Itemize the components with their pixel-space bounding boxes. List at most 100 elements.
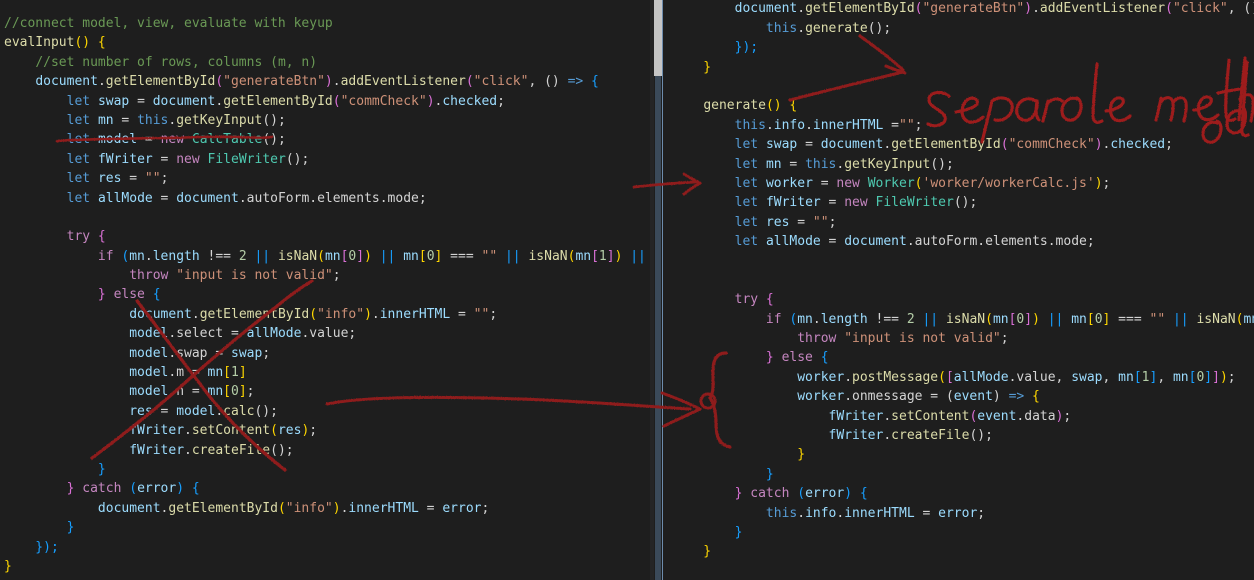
- code-token: }: [4, 481, 83, 497]
- code-token: () {: [765, 98, 798, 114]
- code-token: addEventListener: [340, 74, 466, 90]
- code-token: checked: [442, 93, 498, 109]
- code-token: "input is not valid": [176, 268, 333, 284]
- code-token: allMode: [97, 190, 153, 206]
- code-token: model: [129, 365, 169, 381]
- code-token: =: [121, 171, 145, 187]
- code-token: innerHTML: [379, 306, 451, 322]
- code-token: let: [734, 175, 759, 191]
- code-token: calc: [223, 403, 255, 419]
- code-token: createFile: [191, 442, 271, 458]
- code-line: model.n = mn[0];: [4, 382, 650, 401]
- code-token: swap: [1071, 369, 1103, 385]
- code-token: ||: [1047, 311, 1064, 327]
- code-line: let mn = this.getKeyInput();: [672, 155, 1254, 174]
- code-token: res: [129, 403, 153, 419]
- code-token: mn: [992, 311, 1009, 327]
- code-token: "input is not valid": [844, 331, 1001, 347]
- code-token: {: [583, 74, 599, 90]
- code-token: FileWriter: [875, 195, 954, 211]
- code-token: }: [672, 486, 751, 502]
- code-token: });: [4, 539, 59, 555]
- code-token: isNaN: [945, 311, 986, 327]
- code-token: throw: [129, 268, 169, 284]
- code-token: =: [137, 132, 161, 148]
- code-token: //connect model, view, evaluate with key…: [4, 16, 333, 31]
- code-token: (: [781, 311, 798, 327]
- code-token: .onmessage = (: [844, 389, 954, 405]
- code-token: mn: [1243, 311, 1254, 327]
- code-token: ();: [969, 427, 993, 443]
- code-token: Worker: [867, 175, 915, 191]
- code-line: document.getElementById("info").innerHTM…: [4, 499, 650, 518]
- code-token: =: [812, 175, 837, 191]
- code-token: let: [66, 93, 91, 109]
- code-line: res = model.calc();: [4, 402, 650, 421]
- code-token: this: [765, 20, 798, 36]
- code-token: let: [734, 137, 759, 153]
- code-token: ]: [606, 248, 615, 264]
- code-line: }: [4, 557, 650, 576]
- code-token: "info": [285, 500, 333, 516]
- code-line: evalInput() {: [4, 33, 650, 52]
- vertical-scrollbar-thumb[interactable]: [654, 0, 662, 76]
- code-token: mn: [97, 112, 114, 128]
- code-token: info: [773, 117, 806, 133]
- code-token: .: [215, 403, 224, 419]
- code-line: document.getElementById("generateBtn").a…: [4, 72, 650, 91]
- code-token: ();: [254, 403, 278, 419]
- code-token: generate: [703, 98, 766, 114]
- code-line: worker.onmessage = (event) => {: [672, 387, 1254, 406]
- code-token: error: [442, 500, 482, 516]
- code-token: {: [758, 292, 774, 308]
- code-token: "click": [1172, 1, 1228, 17]
- code-token: mn: [207, 384, 224, 400]
- code-token: isNaN: [1196, 311, 1236, 327]
- code-token: [: [223, 365, 231, 381]
- code-token: }: [672, 59, 712, 75]
- code-token: innerHTML: [812, 117, 884, 133]
- code-token: .: [191, 306, 200, 322]
- code-token: ): [426, 93, 435, 109]
- code-line: generate() {: [672, 96, 1254, 115]
- code-token: .data: [1016, 408, 1056, 424]
- code-token: .: [144, 248, 153, 264]
- code-token: isNaN: [277, 248, 318, 264]
- code-token: evalInput: [4, 35, 75, 51]
- code-line: } else {: [4, 285, 650, 304]
- code-token: .: [371, 306, 380, 322]
- code-line: this.generate();: [672, 19, 1254, 38]
- code-token: ): [332, 500, 341, 516]
- code-token: allMode: [246, 326, 302, 342]
- code-token: mn: [403, 248, 419, 264]
- vertical-scrollbar-rail[interactable]: [655, 76, 661, 580]
- code-token: (: [317, 248, 325, 264]
- code-token: .: [883, 427, 892, 443]
- code-token: mn: [765, 156, 782, 172]
- code-token: }: [672, 350, 782, 366]
- code-token: =: [820, 195, 845, 211]
- code-token: mn: [575, 248, 592, 264]
- code-token: document: [734, 1, 798, 17]
- code-token: ();: [953, 195, 978, 211]
- code-token: document: [820, 137, 884, 153]
- left-code-pane[interactable]: //connect model, view, evaluate with key…: [0, 0, 650, 580]
- code-line: let mn = this.getKeyInput();: [4, 111, 650, 130]
- right-code-pane[interactable]: //connect model, view, evaluate document…: [668, 0, 1254, 580]
- code-token: worker: [797, 389, 845, 405]
- code-token: [: [418, 248, 427, 264]
